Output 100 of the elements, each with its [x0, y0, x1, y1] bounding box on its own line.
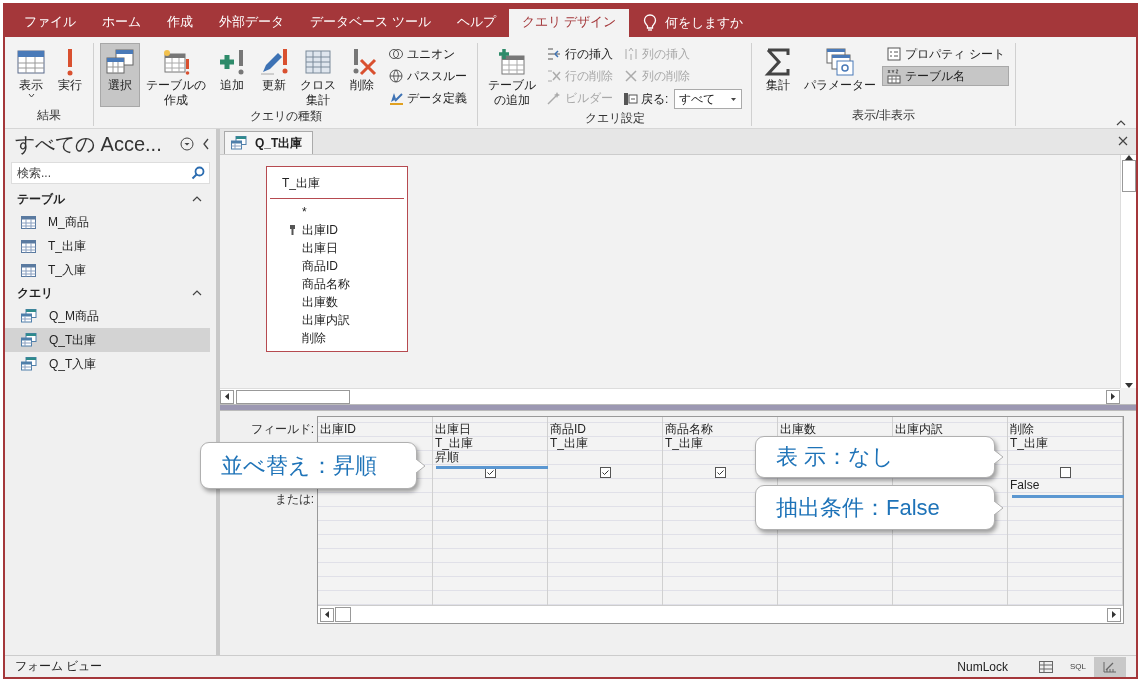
nav-item[interactable]: M_商品: [5, 210, 210, 234]
sql-view-button[interactable]: SQL: [1062, 656, 1094, 677]
row-insert-icon: [546, 46, 562, 62]
item-label: M_商品: [48, 213, 89, 231]
document-tab[interactable]: Q_T出庫: [224, 131, 314, 154]
table-icon: [21, 239, 36, 253]
field-name[interactable]: 削除: [302, 329, 326, 347]
nav-group-header[interactable]: クエリ: [5, 282, 216, 304]
ribbon-button[interactable]: プロパティ シート: [882, 44, 1009, 64]
group-label: クエリの種類: [248, 108, 323, 125]
ribbon-button[interactable]: 行の挿入: [542, 44, 617, 64]
nav-item[interactable]: Q_T入庫: [5, 352, 210, 376]
horizontal-scrollbar[interactable]: [318, 605, 1123, 623]
field-cell[interactable]: 商品名称: [665, 423, 713, 437]
circles-icon: [388, 46, 404, 62]
horizontal-scrollbar[interactable]: [220, 388, 1120, 404]
table-cell[interactable]: T_出庫: [1010, 437, 1048, 451]
view-button[interactable]: [1094, 656, 1126, 677]
property-sheet-icon: [886, 46, 903, 62]
criteria-cell[interactable]: False: [1010, 479, 1040, 493]
ribbon-button[interactable]: 集計: [758, 43, 799, 107]
ribbon-button[interactable]: クロス集計: [296, 43, 340, 107]
ribbon-button[interactable]: テーブル名: [882, 66, 1009, 86]
ribbon-button[interactable]: ユニオン: [384, 44, 471, 64]
field-cell[interactable]: 出庫数: [780, 423, 816, 437]
field-cell[interactable]: 出庫ID: [320, 423, 356, 437]
table-cell[interactable]: T_出庫: [665, 437, 703, 451]
scroll-right-button[interactable]: [1106, 389, 1120, 404]
return-dropdown[interactable]: すべて: [674, 89, 743, 109]
ribbon-tab[interactable]: クエリ デザイン: [508, 9, 630, 37]
nav-item[interactable]: Q_T出庫: [5, 328, 210, 352]
ribbon-button[interactable]: データ定義: [384, 88, 471, 108]
row-label: フィールド:: [249, 422, 315, 436]
field-name[interactable]: 出庫日: [302, 239, 338, 257]
ribbon-button[interactable]: 更新: [254, 43, 294, 107]
vertical-scrollbar[interactable]: [1120, 155, 1136, 388]
dropdown-icon: [180, 137, 194, 151]
field-name[interactable]: 出庫内訳: [302, 311, 350, 329]
ribbon-tab[interactable]: 外部データ: [206, 9, 297, 37]
field-cell[interactable]: 削除: [1010, 423, 1034, 437]
sort-cell[interactable]: 昇順: [435, 451, 459, 465]
tell-me-search[interactable]: 何をしますか: [637, 9, 750, 37]
ribbon-button[interactable]: パススルー: [384, 66, 471, 86]
ribbon-button[interactable]: テーブルの追加: [484, 43, 540, 107]
checkbox[interactable]: [715, 466, 726, 478]
scroll-right-icon: [1112, 611, 1116, 618]
ribbon-button[interactable]: 削除: [342, 43, 382, 107]
table-field-list[interactable]: T_出庫 * 出庫ID 出庫日 商品ID 商品名称 出庫数 出庫内訳 削除: [266, 166, 408, 352]
scrollbar-thumb[interactable]: [335, 607, 351, 622]
ribbon-tab[interactable]: 作成: [154, 9, 206, 37]
close-icon[interactable]: [1118, 136, 1128, 146]
ribbon-tab[interactable]: ホーム: [89, 9, 154, 37]
top-values-icon: [622, 91, 638, 107]
item-label: Q_T出庫: [49, 331, 97, 349]
callout: 抽出条件：False: [755, 485, 1003, 530]
ribbon-button[interactable]: 実行: [53, 43, 87, 107]
ribbon-button[interactable]: 選択: [100, 43, 140, 107]
collapse-icon[interactable]: [1116, 120, 1126, 126]
ribbon-button[interactable]: テーブルの作成: [142, 43, 210, 107]
field-cell[interactable]: 出庫内訳: [895, 423, 943, 437]
field-name[interactable]: 商品名称: [302, 275, 350, 293]
query-icon: [231, 136, 247, 150]
scroll-left-button[interactable]: [320, 607, 334, 622]
group-label: クエリ設定: [583, 110, 646, 127]
scroll-right-button[interactable]: [1107, 607, 1121, 622]
callout: 表 示：なし: [755, 436, 1003, 478]
ribbon-button[interactable]: 表示: [11, 43, 51, 107]
nav-item[interactable]: T_入庫: [5, 258, 210, 282]
row-delete-icon: [546, 68, 562, 84]
column-insert-icon: [623, 46, 639, 62]
scrollbar-thumb[interactable]: [1121, 160, 1136, 192]
ribbon-tab[interactable]: ヘルプ: [443, 9, 509, 37]
table-add-icon: [496, 46, 528, 78]
datasheet-view-icon: [1039, 660, 1053, 673]
numlock-indicator: NumLock: [957, 659, 1008, 674]
scroll-down-icon: [1124, 383, 1133, 388]
table-cell[interactable]: T_出庫: [435, 437, 473, 451]
ribbon-tab[interactable]: ファイル: [11, 9, 89, 37]
nav-group-header[interactable]: テーブル: [5, 188, 216, 210]
scroll-left-button[interactable]: [220, 389, 234, 404]
field-name[interactable]: 出庫数: [302, 293, 338, 311]
field-name[interactable]: *: [302, 205, 307, 219]
group-label: 表示/非表示: [850, 107, 917, 124]
search-field[interactable]: 検索...: [11, 162, 210, 184]
checkbox[interactable]: [600, 466, 611, 478]
query-icon: [21, 357, 37, 371]
field-cell[interactable]: 出庫日: [435, 423, 471, 437]
ribbon-button[interactable]: 追加: [212, 43, 252, 107]
field-name[interactable]: 商品ID: [302, 257, 338, 275]
checkbox[interactable]: [1060, 466, 1071, 478]
field-name[interactable]: 出庫ID: [302, 221, 338, 239]
nav-item[interactable]: T_出庫: [5, 234, 210, 258]
nav-item[interactable]: Q_M商品: [5, 304, 210, 328]
scrollbar-thumb[interactable]: [236, 389, 350, 404]
table-cell[interactable]: T_出庫: [550, 437, 588, 451]
ribbon-tab[interactable]: データベース ツール: [297, 9, 444, 37]
ribbon-button[interactable]: パラメーター: [800, 43, 881, 107]
pencil-icon: [258, 46, 290, 78]
item-label: T_出庫: [48, 237, 86, 255]
field-cell[interactable]: 商品ID: [550, 423, 586, 437]
